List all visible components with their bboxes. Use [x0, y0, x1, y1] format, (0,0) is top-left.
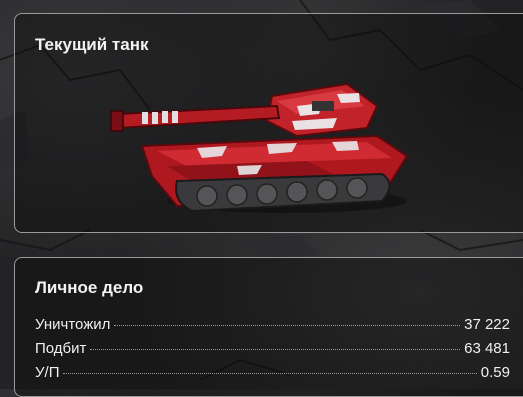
stat-label: У/П [35, 364, 60, 381]
stats-list: Уничтожил 37 222 Подбит 63 481 У/П 0.59 [35, 316, 510, 388]
current-tank-panel: Текущий танк [14, 13, 523, 233]
stat-label: Уничтожил [35, 316, 111, 333]
personal-record-panel: Личное дело Уничтожил 37 222 Подбит 63 4… [14, 257, 523, 397]
dot-leader [63, 373, 477, 374]
dot-leader [90, 349, 461, 350]
stat-row-deaths: Подбит 63 481 [35, 340, 510, 364]
stat-label: Подбит [35, 340, 87, 357]
current-tank-title: Текущий танк [35, 35, 149, 54]
personal-record-title: Личное дело [35, 278, 144, 297]
stat-value: 0.59 [480, 364, 510, 381]
stat-value: 63 481 [464, 340, 510, 357]
tank-image[interactable] [97, 66, 417, 226]
stat-row-kills: Уничтожил 37 222 [35, 316, 510, 340]
stat-row-kd-ratio: У/П 0.59 [35, 364, 510, 388]
stat-value: 37 222 [464, 316, 510, 333]
dot-leader [114, 325, 461, 326]
